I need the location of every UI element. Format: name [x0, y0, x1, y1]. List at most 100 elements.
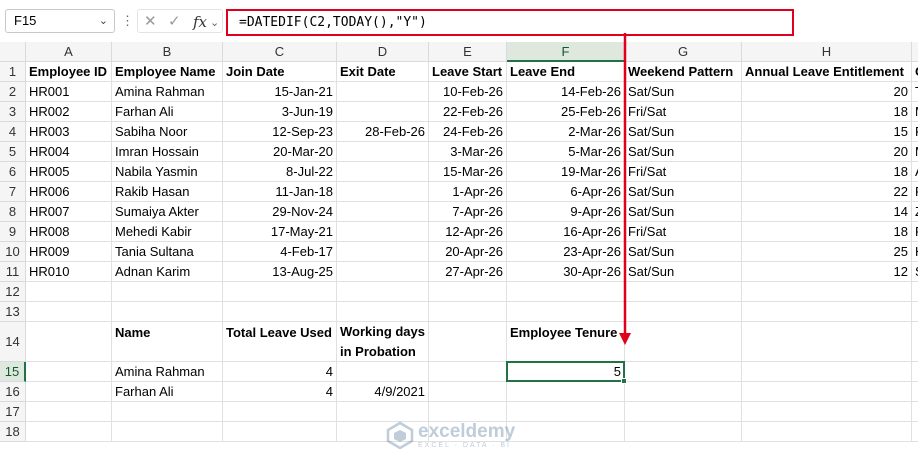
table-cell[interactable]: Sat/Sun: [625, 202, 742, 222]
chevron-down-icon[interactable]: ⌄: [99, 10, 108, 32]
summary-tenure-cell[interactable]: [507, 382, 625, 402]
table-cell[interactable]: 27-Apr-26: [429, 262, 507, 282]
table-cell[interactable]: 30-Apr-26: [507, 262, 625, 282]
column-header-b[interactable]: B: [112, 42, 223, 62]
table-cell[interactable]: 6-Apr-26: [507, 182, 625, 202]
grid-cell[interactable]: [26, 302, 112, 322]
grid-cell[interactable]: [429, 362, 507, 382]
table-cell[interactable]: 4-Feb-17: [223, 242, 337, 262]
summary-header-name[interactable]: Name: [112, 322, 223, 362]
table-cell[interactable]: 12: [742, 262, 912, 282]
table-cell[interactable]: Sumaiya Akter: [112, 202, 223, 222]
enter-icon[interactable]: ✓: [168, 12, 181, 32]
table-cell[interactable]: Sat/Sun: [625, 142, 742, 162]
table-cell[interactable]: 9-Apr-26: [507, 202, 625, 222]
table-cell[interactable]: HR002: [26, 102, 112, 122]
table-cell[interactable]: 14: [742, 202, 912, 222]
grid-cell[interactable]: [912, 422, 918, 442]
grid-cell[interactable]: [26, 282, 112, 302]
row-header-1[interactable]: 1: [0, 62, 26, 82]
row-header-18[interactable]: 18: [0, 422, 26, 442]
grid-cell[interactable]: [223, 422, 337, 442]
row-header-10[interactable]: 10: [0, 242, 26, 262]
grid-cell[interactable]: [912, 282, 918, 302]
grid-cell[interactable]: [112, 402, 223, 422]
column-header-a[interactable]: A: [26, 42, 112, 62]
table-cell[interactable]: 3-Jun-19: [223, 102, 337, 122]
grid-cell[interactable]: [507, 402, 625, 422]
table-cell[interactable]: 25: [742, 242, 912, 262]
summary-probation-cell[interactable]: 4/9/2021: [337, 382, 429, 402]
grid-cell[interactable]: [507, 282, 625, 302]
table-cell[interactable]: 3-Mar-26: [429, 142, 507, 162]
fill-handle[interactable]: [621, 378, 627, 384]
table-header-cell[interactable]: Employee ID: [26, 62, 112, 82]
table-cell[interactable]: 18: [742, 222, 912, 242]
summary-probation-cell[interactable]: [337, 362, 429, 382]
grid-cell[interactable]: [112, 302, 223, 322]
table-cell[interactable]: [337, 262, 429, 282]
table-cell[interactable]: HR008: [26, 222, 112, 242]
table-cell[interactable]: F: [912, 222, 918, 242]
grid-cell[interactable]: [625, 362, 742, 382]
table-cell[interactable]: 24-Feb-26: [429, 122, 507, 142]
grid-cell[interactable]: [912, 362, 918, 382]
table-cell[interactable]: Fri/Sat: [625, 222, 742, 242]
table-cell[interactable]: 2-Mar-26: [507, 122, 625, 142]
grid-cell[interactable]: [337, 402, 429, 422]
grid-cell[interactable]: [223, 302, 337, 322]
grid-cell[interactable]: [742, 322, 912, 362]
grid-cell[interactable]: [337, 282, 429, 302]
grid-cell[interactable]: [742, 282, 912, 302]
table-cell[interactable]: 13-Aug-25: [223, 262, 337, 282]
table-cell[interactable]: T: [912, 82, 918, 102]
summary-leave-cell[interactable]: 4: [223, 382, 337, 402]
column-header-h[interactable]: H: [742, 42, 912, 62]
table-cell[interactable]: 20: [742, 142, 912, 162]
table-cell[interactable]: Farhan Ali: [112, 102, 223, 122]
row-header-9[interactable]: 9: [0, 222, 26, 242]
row-header-4[interactable]: 4: [0, 122, 26, 142]
column-header-d[interactable]: D: [337, 42, 429, 62]
table-cell[interactable]: [337, 82, 429, 102]
grid-cell[interactable]: [429, 302, 507, 322]
table-cell[interactable]: HR006: [26, 182, 112, 202]
table-cell[interactable]: 15-Mar-26: [429, 162, 507, 182]
table-cell[interactable]: Sat/Sun: [625, 182, 742, 202]
table-cell[interactable]: 12-Apr-26: [429, 222, 507, 242]
table-cell[interactable]: 15-Jan-21: [223, 82, 337, 102]
table-cell[interactable]: A: [912, 162, 918, 182]
row-header-14[interactable]: 14: [0, 322, 26, 362]
grid-cell[interactable]: [26, 322, 112, 362]
grid-cell[interactable]: [507, 302, 625, 322]
grid-cell[interactable]: [625, 322, 742, 362]
table-cell[interactable]: Sat/Sun: [625, 262, 742, 282]
table-cell[interactable]: S: [912, 262, 918, 282]
table-cell[interactable]: 16-Apr-26: [507, 222, 625, 242]
table-cell[interactable]: Sat/Sun: [625, 122, 742, 142]
table-cell[interactable]: 18: [742, 162, 912, 182]
grid-cell[interactable]: [625, 302, 742, 322]
column-header-c[interactable]: C: [223, 42, 337, 62]
row-header-15[interactable]: 15: [0, 362, 26, 382]
table-cell[interactable]: 28-Feb-26: [337, 122, 429, 142]
grid-cell[interactable]: [112, 282, 223, 302]
formula-input[interactable]: =DATEDIF(C2,TODAY(),"Y"): [226, 9, 794, 36]
grid-cell[interactable]: [912, 322, 918, 362]
row-header-13[interactable]: 13: [0, 302, 26, 322]
table-cell[interactable]: Tania Sultana: [112, 242, 223, 262]
table-cell[interactable]: 1-Apr-26: [429, 182, 507, 202]
grid-cell[interactable]: [26, 382, 112, 402]
row-header-7[interactable]: 7: [0, 182, 26, 202]
row-header-6[interactable]: 6: [0, 162, 26, 182]
table-cell[interactable]: M: [912, 142, 918, 162]
row-header-8[interactable]: 8: [0, 202, 26, 222]
chevron-down-icon[interactable]: ⌄: [210, 13, 219, 33]
table-cell[interactable]: [337, 222, 429, 242]
table-cell[interactable]: 11-Jan-18: [223, 182, 337, 202]
grid-cell[interactable]: [742, 382, 912, 402]
table-cell[interactable]: 20-Apr-26: [429, 242, 507, 262]
table-cell[interactable]: 20-Mar-20: [223, 142, 337, 162]
grid-cell[interactable]: [742, 302, 912, 322]
table-cell[interactable]: Fri/Sat: [625, 162, 742, 182]
